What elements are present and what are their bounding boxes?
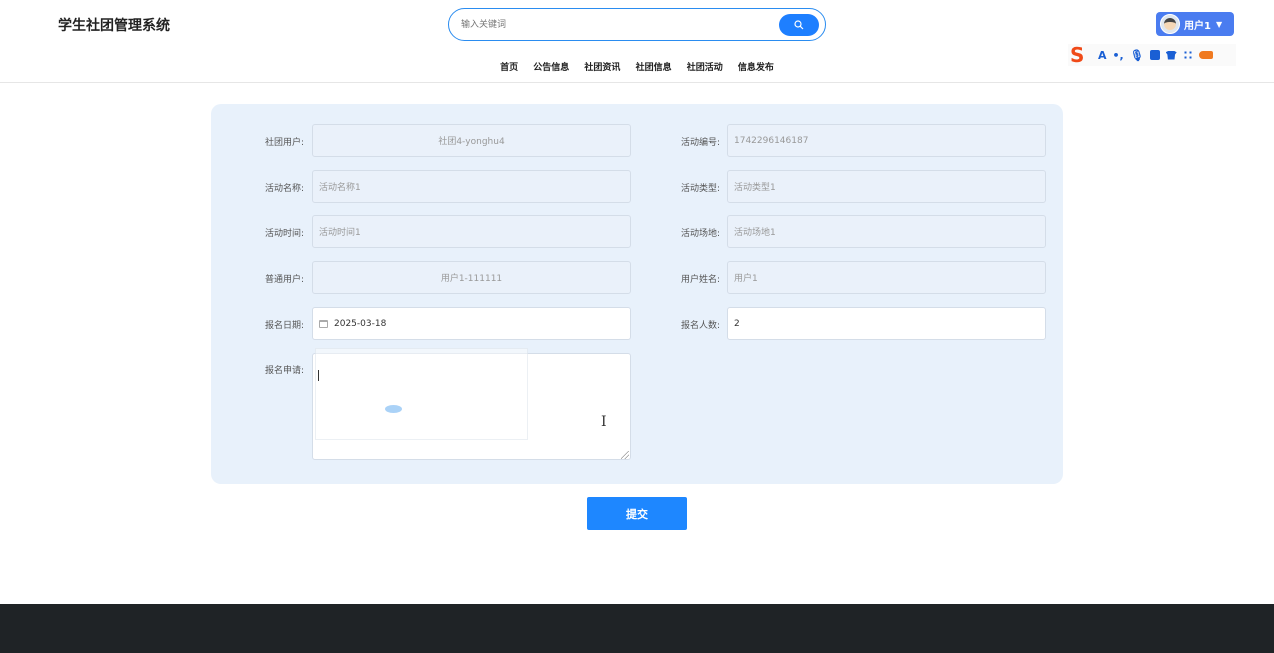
signup-count-field[interactable]: 2	[727, 307, 1046, 340]
nav-item-publish[interactable]: 信息发布	[738, 60, 774, 73]
date-picker-ghost	[315, 348, 528, 440]
nav-item-club-news[interactable]: 社团资讯	[584, 60, 620, 73]
label-club-user: 社团用户:	[264, 138, 304, 148]
sogou-logo-icon: S	[1070, 43, 1085, 67]
activity-time-field[interactable]: 活动时间1	[312, 215, 631, 248]
ime-toolbar: S A •, 🎙	[1068, 44, 1236, 66]
nav-item-home[interactable]: 首页	[500, 60, 518, 73]
avatar	[1160, 14, 1180, 34]
signup-date-value: 2025-03-18	[334, 318, 387, 329]
activity-venue-field[interactable]: 活动场地1	[727, 215, 1046, 248]
label-activity-time: 活动时间:	[264, 229, 304, 239]
resize-handle-icon[interactable]	[621, 451, 629, 459]
punctuation-icon[interactable]: •,	[1113, 49, 1124, 62]
activity-id-field[interactable]: 1742296146187	[727, 124, 1046, 157]
nav-item-club-activities[interactable]: 社团活动	[687, 60, 723, 73]
club-user-field[interactable]: 社团4-yonghu4	[312, 124, 631, 157]
keyboard-icon[interactable]	[1149, 50, 1160, 60]
skin-icon[interactable]	[1165, 50, 1177, 60]
submit-button[interactable]: 提交	[587, 497, 687, 530]
label-signup-date: 报名日期:	[264, 321, 304, 331]
chevron-down-icon: ▼	[1215, 19, 1223, 29]
calendar-icon	[319, 319, 328, 328]
page-footer	[0, 604, 1274, 653]
ibeam-cursor-icon: I	[601, 414, 607, 430]
regular-user-field[interactable]: 用户1-111111	[312, 261, 631, 294]
label-activity-type: 活动类型:	[680, 184, 720, 194]
mascot-icon[interactable]	[1198, 51, 1213, 59]
microphone-icon[interactable]: 🎙	[1130, 49, 1144, 62]
user-name: 用户1	[1184, 20, 1211, 32]
site-title: 学生社团管理系统	[58, 18, 170, 34]
activity-name-field[interactable]: 活动名称1	[312, 170, 631, 203]
font-icon[interactable]: A	[1098, 49, 1107, 62]
activity-type-field[interactable]: 活动类型1	[727, 170, 1046, 203]
user-name-field[interactable]: 用户1	[727, 261, 1046, 294]
nav-item-club-info[interactable]: 社团信息	[636, 60, 672, 73]
search-icon	[794, 20, 804, 30]
selected-date-marker	[385, 405, 402, 413]
search-input[interactable]	[461, 15, 761, 35]
signup-date-field[interactable]: 2025-03-18	[312, 307, 631, 340]
label-regular-user: 普通用户:	[264, 275, 304, 285]
search-button[interactable]	[779, 14, 819, 36]
user-menu-button[interactable]: 用户1 ▼	[1156, 12, 1234, 36]
top-header: 学生社团管理系统 首页 公告信息 社团资讯 社团信息 社团活动 信息发布 用户1…	[0, 0, 1274, 83]
label-signup-application: 报名申请:	[264, 366, 304, 376]
label-activity-name: 活动名称:	[264, 184, 304, 194]
toolbox-icon[interactable]	[1182, 50, 1193, 60]
label-user-name: 用户姓名:	[680, 275, 720, 285]
text-cursor	[318, 370, 319, 381]
label-signup-count: 报名人数:	[680, 321, 720, 331]
search-bar[interactable]	[448, 8, 826, 41]
label-activity-id: 活动编号:	[680, 138, 720, 148]
label-activity-venue: 活动场地:	[680, 229, 720, 239]
nav-item-announcements[interactable]: 公告信息	[533, 60, 569, 73]
